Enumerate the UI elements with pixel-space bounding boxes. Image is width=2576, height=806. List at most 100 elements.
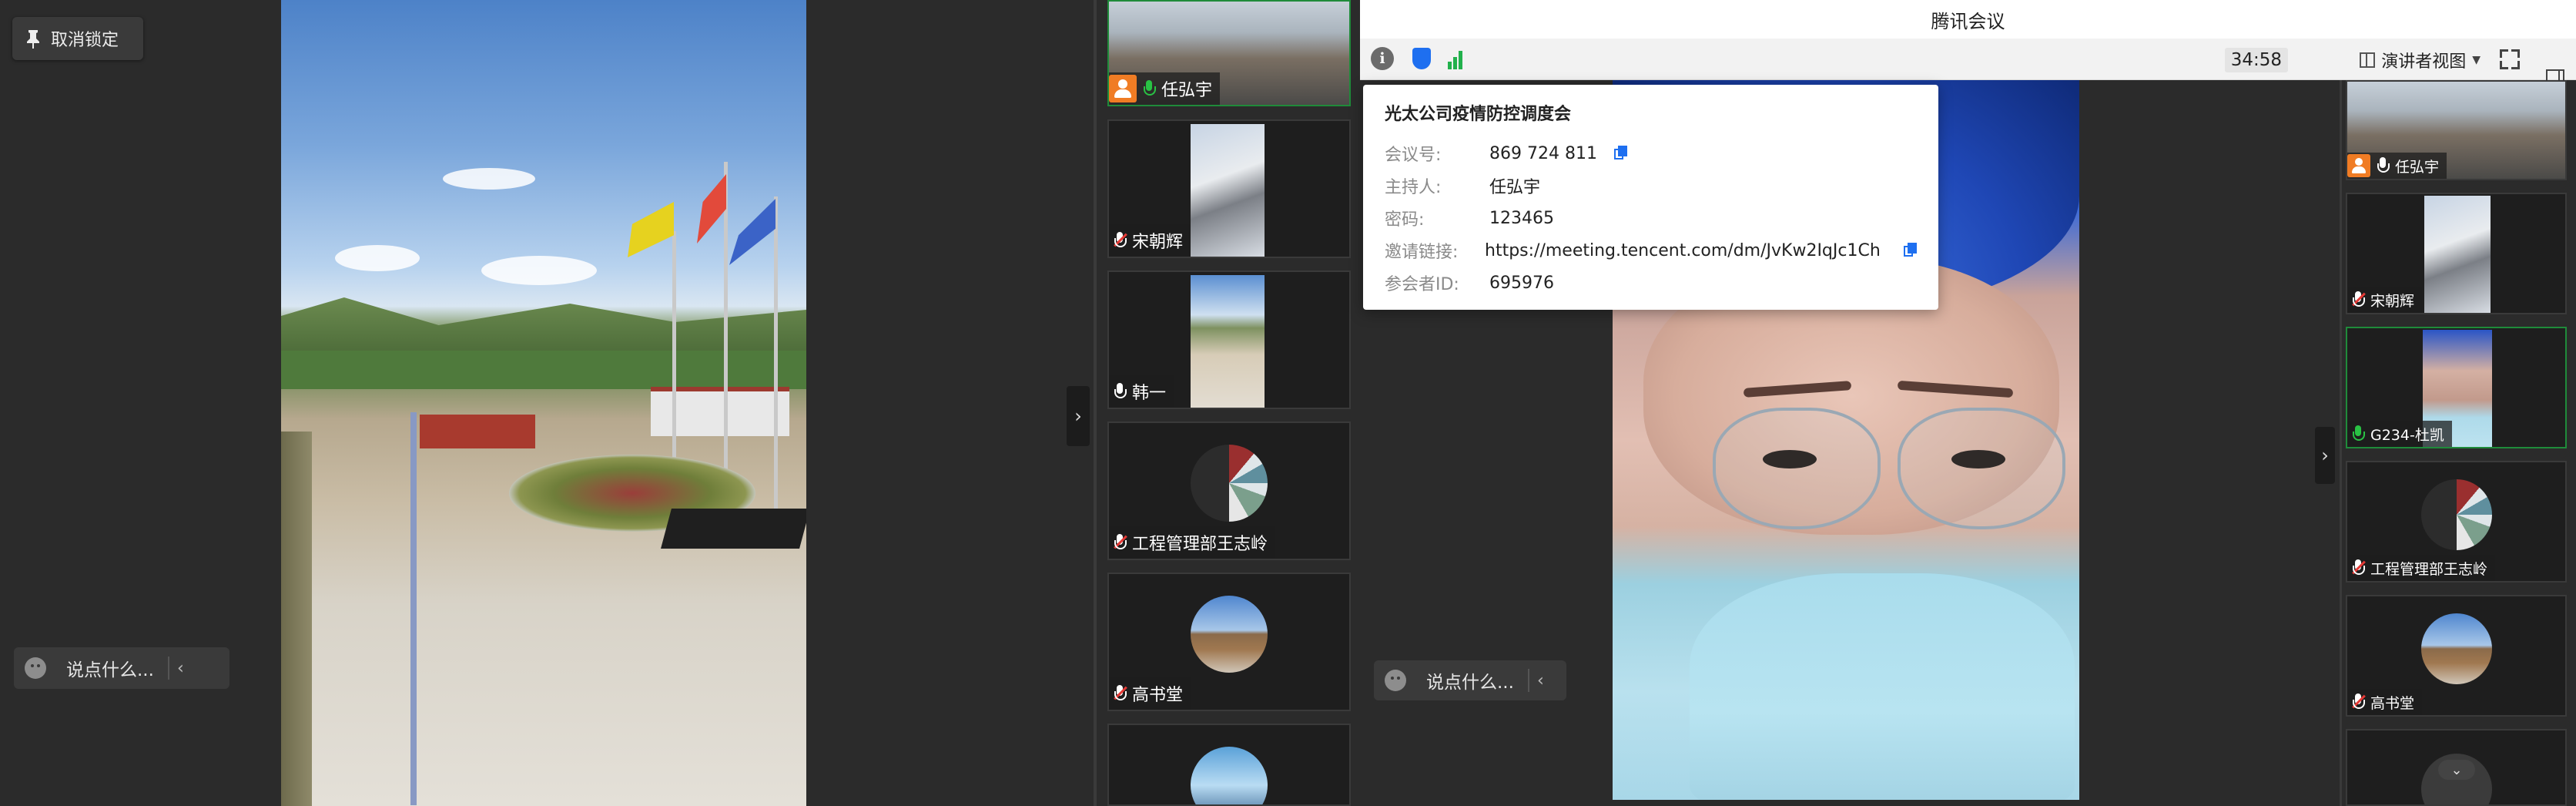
participant-name: 任弘宇: [2395, 158, 2440, 176]
chat-input-bar[interactable]: 说点什么... ‹: [1374, 660, 1566, 700]
info-key: 邀请链接:: [1385, 243, 1459, 262]
window-title-bar: 腾讯会议: [1360, 0, 2576, 39]
app-title: 腾讯会议: [1931, 10, 2005, 32]
host-value: 任弘宇: [1489, 178, 1541, 197]
chevron-left-icon[interactable]: ‹: [177, 659, 184, 678]
participant-tile[interactable]: 任弘宇: [1107, 0, 1351, 106]
participant-label: 工程管理部王志岭: [2347, 555, 2496, 581]
chevron-down-icon: ⌄: [2450, 761, 2463, 778]
mic-muted-icon: [2352, 291, 2366, 308]
mic-icon: [2377, 157, 2390, 174]
meeting-title: 光太公司疫情防控调度会: [1385, 105, 1572, 124]
info-row-participant-id: 参会者ID: 695976: [1385, 267, 1917, 299]
chat-placeholder[interactable]: 说点什么...: [66, 655, 154, 681]
copy-icon[interactable]: [1613, 146, 1628, 161]
chat-input-bar[interactable]: 说点什么... ‹: [14, 647, 229, 689]
participant-name: 任弘宇: [1161, 81, 1213, 100]
lamp-post: [410, 412, 417, 805]
participant-tile[interactable]: 宋朝辉: [1107, 119, 1351, 258]
main-video-feed[interactable]: [281, 0, 806, 806]
avatar: [2421, 479, 2492, 550]
mic-muted-icon: [2352, 693, 2366, 710]
password-value: 123465: [1489, 208, 1554, 228]
mic-on-icon: [2352, 425, 2365, 442]
panel-divider[interactable]: [1094, 0, 1097, 806]
participant-name: 宋朝辉: [1132, 233, 1184, 252]
cloud: [481, 256, 597, 285]
red-flag: [697, 174, 726, 243]
info-icon[interactable]: i: [1371, 47, 1394, 70]
participant-tile[interactable]: [1107, 724, 1351, 806]
participant-tile[interactable]: 高书堂: [2346, 595, 2567, 717]
participant-name: 工程管理部王志岭: [2370, 560, 2488, 578]
fullscreen-icon[interactable]: [2500, 49, 2520, 69]
avatar: [1191, 445, 1268, 522]
building: [651, 387, 789, 436]
flagpole: [774, 196, 778, 528]
panel-divider[interactable]: [2340, 80, 2342, 806]
glasses-lens: [1713, 408, 1881, 529]
participant-name: 宋朝辉: [2370, 292, 2415, 310]
chevron-left-icon[interactable]: ‹: [1537, 671, 1544, 690]
layout-icon: [2360, 52, 2376, 68]
participant-tile[interactable]: 韩一: [1107, 270, 1351, 409]
host-icon: [1109, 75, 1137, 102]
eye: [1763, 450, 1817, 468]
info-row-host: 主持人: 任弘宇: [1385, 170, 1917, 202]
cloud: [443, 168, 535, 190]
yellow-flag: [628, 202, 674, 257]
stone-sign: [661, 509, 806, 549]
invite-link-value[interactable]: https://meeting.tencent.com/dm/JvKw2IqJc…: [1485, 241, 1881, 260]
info-key: 参会者ID:: [1385, 275, 1459, 294]
unlock-pin-button[interactable]: 取消锁定: [12, 17, 143, 60]
participant-id-value: 695976: [1489, 273, 1554, 293]
mic-muted-icon: [1114, 534, 1127, 551]
left-meeting-window: 取消锁定 说点什么... ‹ › 任弘宇 宋朝辉 韩一 工程管理部王志岭 高书堂: [0, 0, 1360, 806]
info-key: 主持人:: [1385, 178, 1442, 197]
participant-tile[interactable]: 任弘宇: [2346, 80, 2567, 180]
red-wall: [420, 415, 535, 448]
unlock-label: 取消锁定: [51, 31, 119, 50]
divider: [167, 657, 169, 680]
participant-label: G234-杜凯: [2347, 421, 2452, 447]
participant-name: 韩一: [1132, 384, 1167, 403]
info-key: 密码:: [1385, 210, 1425, 230]
mic-muted-icon: [1114, 685, 1127, 702]
participant-tile[interactable]: 高书堂: [1107, 573, 1351, 711]
signal-icon[interactable]: [1448, 49, 1464, 69]
copy-icon[interactable]: [1903, 243, 1917, 258]
info-key: 会议号:: [1385, 146, 1442, 165]
participant-name: G234-杜凯: [2370, 426, 2444, 444]
shield-icon[interactable]: [1412, 48, 1431, 69]
participant-tile[interactable]: 工程管理部王志岭: [2346, 461, 2567, 583]
collapse-panel-button[interactable]: ›: [1067, 386, 1090, 446]
mic-muted-icon: [2352, 559, 2366, 576]
emoji-icon[interactable]: [25, 657, 46, 679]
mic-icon: [1114, 383, 1127, 400]
meeting-info-popover: 光太公司疫情防控调度会 会议号: 869 724 811 主持人: 任弘宇 密码…: [1363, 85, 1938, 310]
participant-label: 宋朝辉: [2347, 287, 2423, 313]
view-mode-dropdown[interactable]: 演讲者视图 ▼: [2360, 45, 2481, 76]
blue-flag: [729, 199, 775, 265]
avatar: [1191, 596, 1268, 673]
avatar: [2421, 613, 2492, 684]
collapse-panel-button[interactable]: ›: [2315, 427, 2335, 484]
glasses-lens: [1898, 408, 2065, 529]
participant-name: 高书堂: [2370, 694, 2415, 712]
participant-tile[interactable]: ⌄: [2346, 729, 2567, 806]
face-mask: [1690, 573, 2075, 800]
mic-muted-icon: [1114, 232, 1127, 249]
scroll-down-button[interactable]: ⌄: [2438, 760, 2475, 780]
chevron-right-icon: ›: [1074, 405, 1082, 427]
participant-tile[interactable]: G234-杜凯: [2346, 327, 2567, 448]
participant-tile[interactable]: 宋朝辉: [2346, 193, 2567, 314]
mic-on-icon: [1143, 80, 1156, 97]
participant-label: 韩一: [1109, 375, 1174, 408]
meeting-id-value[interactable]: 869 724 811: [1489, 144, 1597, 163]
participant-name: 高书堂: [1132, 686, 1184, 705]
participant-tile[interactable]: 工程管理部王志岭: [1107, 421, 1351, 560]
emoji-icon[interactable]: [1385, 670, 1406, 691]
participant-label: 高书堂: [2347, 689, 2423, 715]
participant-label: 任弘宇: [1109, 72, 1221, 105]
chat-placeholder[interactable]: 说点什么...: [1426, 667, 1514, 693]
